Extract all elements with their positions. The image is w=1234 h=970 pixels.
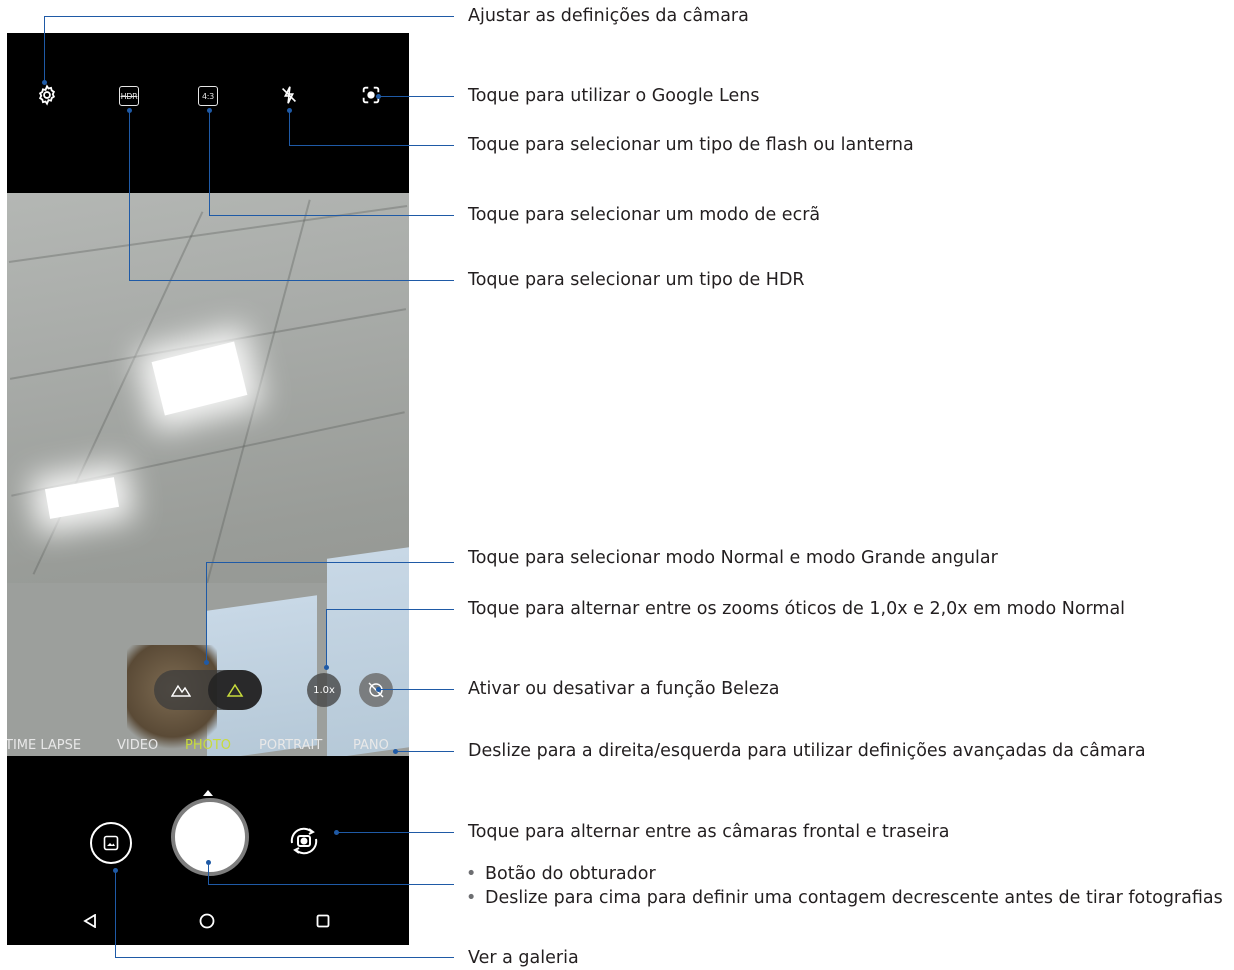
leader-line: [326, 609, 327, 667]
mode-time-lapse[interactable]: TIME LAPSE: [7, 738, 81, 753]
leader-line: [44, 16, 454, 17]
leader-dot: [113, 868, 118, 873]
leader-dot: [334, 830, 339, 835]
leader-line: [326, 609, 454, 610]
annotation-beauty: Ativar ou desativar a função Beleza: [468, 679, 780, 699]
window: [327, 547, 409, 756]
shutter-bullet: Botão do obturador: [464, 862, 1225, 886]
zoom-button[interactable]: 1.0x: [307, 673, 341, 707]
annotation-screen-mode: Toque para selecionar um modo de ecrã: [468, 205, 821, 225]
leader-line: [206, 562, 454, 563]
leader-dot: [127, 108, 132, 113]
normal-lens-button[interactable]: [208, 670, 262, 710]
aspect-ratio-icon[interactable]: 4:3: [198, 86, 218, 106]
leader-line: [378, 689, 454, 690]
leader-line: [397, 751, 454, 752]
mode-pano[interactable]: PANO: [353, 738, 389, 753]
leader-line: [115, 870, 116, 957]
camera-viewfinder[interactable]: 1.0x: [7, 193, 409, 756]
annotation-optical-zoom: Toque para alternar entre os zooms ótico…: [468, 599, 1126, 619]
leader-line: [208, 862, 209, 884]
camera-screen: HDR 4:3 1.0x TIME LAPSE VIDEO PHOTO PORT…: [7, 33, 409, 945]
annotation-switch-camera: Toque para alternar entre as câmaras fro…: [468, 822, 950, 842]
wide-angle-icon: [171, 684, 191, 697]
gallery-icon: [103, 835, 119, 851]
mode-photo[interactable]: PHOTO: [185, 738, 231, 753]
shutter-bullet: Deslize para cima para definir uma conta…: [464, 886, 1225, 910]
leader-line: [378, 96, 454, 97]
leader-line: [209, 215, 454, 216]
leader-line: [289, 145, 454, 146]
leader-dot: [376, 687, 381, 692]
annotation-hdr: Toque para selecionar um tipo de HDR: [468, 270, 805, 290]
leader-line: [44, 16, 45, 82]
leader-dot: [206, 860, 211, 865]
switch-camera-icon: [290, 827, 318, 855]
home-icon[interactable]: [197, 911, 217, 931]
annotation-gallery: Ver a galeria: [468, 948, 579, 968]
switch-camera-button[interactable]: [282, 819, 326, 863]
flash-off-icon[interactable]: [277, 83, 301, 107]
leader-dot: [42, 80, 47, 85]
leader-dot: [204, 660, 209, 665]
annotation-settings: Ajustar as definições da câmara: [468, 6, 749, 26]
ceiling-grid-line: [8, 205, 408, 263]
gallery-button[interactable]: [90, 822, 132, 864]
ceiling-light: [44, 477, 120, 519]
back-icon[interactable]: [80, 911, 100, 931]
recents-icon[interactable]: [313, 911, 333, 931]
leader-line: [129, 280, 454, 281]
annotation-shutter: Botão do obturador Deslize para cima par…: [464, 862, 1225, 910]
aspect-ratio-text: 4:3: [202, 91, 214, 101]
lens-selector[interactable]: [154, 670, 262, 710]
ceiling-light: [151, 341, 248, 416]
zoom-label: 1.0x: [313, 684, 335, 696]
mode-video[interactable]: VIDEO: [117, 738, 158, 753]
mode-portrait[interactable]: PORTRAIT: [259, 738, 322, 753]
hdr-off-icon[interactable]: HDR: [119, 86, 139, 106]
leader-dot: [324, 665, 329, 670]
leader-dot: [393, 749, 398, 754]
leader-dot: [376, 94, 381, 99]
camera-top-bar: HDR 4:3: [7, 33, 409, 193]
timer-caret-icon[interactable]: [203, 790, 213, 796]
annotation-wide-angle: Toque para selecionar modo Normal e modo…: [468, 548, 998, 568]
normal-lens-icon: [226, 683, 244, 697]
gear-icon[interactable]: [35, 83, 59, 107]
leader-dot: [287, 108, 292, 113]
leader-line: [115, 957, 454, 958]
annotation-flash: Toque para selecionar um tipo de flash o…: [468, 135, 914, 155]
leader-dot: [207, 108, 212, 113]
wide-angle-button[interactable]: [154, 670, 208, 710]
leader-line: [129, 110, 130, 280]
leader-line: [206, 562, 207, 662]
leader-line: [336, 832, 454, 833]
annotation-swipe-modes: Deslize para a direita/esquerda para uti…: [468, 741, 1146, 761]
hdr-icon-text: HDR: [120, 91, 138, 101]
leader-line: [289, 110, 290, 145]
annotation-google-lens: Toque para utilizar o Google Lens: [468, 86, 760, 106]
leader-line: [208, 884, 454, 885]
mode-selector[interactable]: TIME LAPSE VIDEO PHOTO PORTRAIT PANO: [7, 738, 409, 762]
leader-line: [209, 110, 210, 215]
